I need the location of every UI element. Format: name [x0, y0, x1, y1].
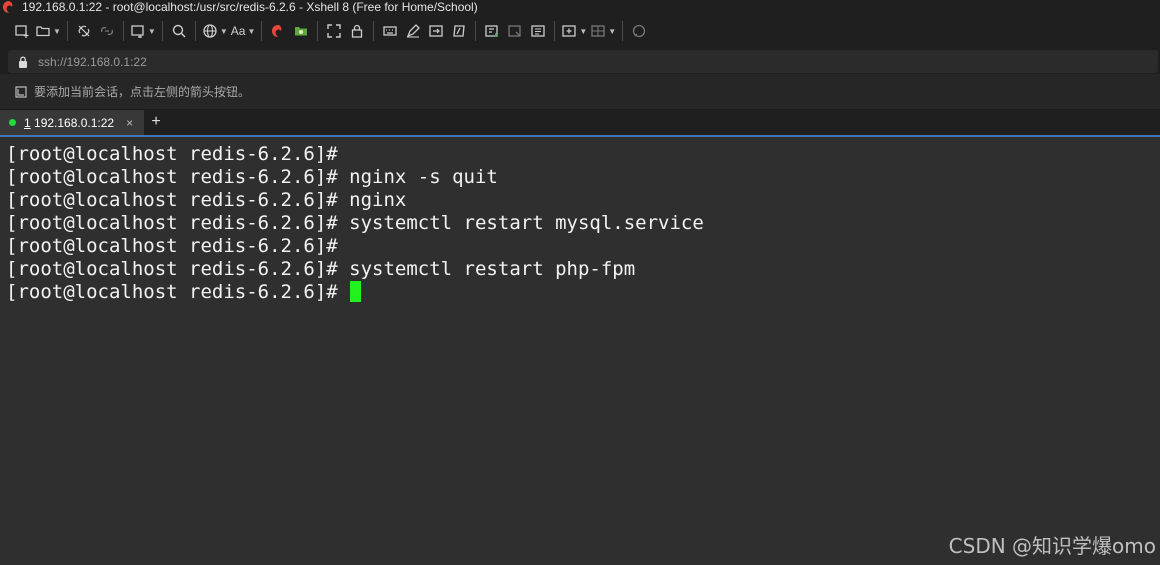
lock-icon: [19, 55, 27, 68]
fullscreen-icon: [327, 24, 342, 38]
address-bar: ssh://192.168.0.1:22: [0, 48, 1160, 74]
notes-icon: [531, 25, 546, 37]
xshell-button[interactable]: [268, 20, 288, 42]
new-session-icon: [15, 25, 29, 38]
terminal-line: [root@localhost redis-6.2.6]# systemctl …: [6, 212, 704, 234]
chevron-down-icon: ▼: [579, 26, 588, 36]
lock-icon: [352, 24, 363, 38]
terminal-line: [root@localhost redis-6.2.6]# nginx: [6, 189, 407, 211]
session-bar: 要添加当前会话，点击左侧的箭头按钮。: [0, 74, 1160, 110]
chat-button[interactable]: [629, 20, 649, 42]
chevron-down-icon: ▼: [53, 26, 61, 36]
toolbar-separator: [554, 21, 556, 41]
toolbar: ▼ ▼ ▼ Aa ▼ ▼ ▼: [0, 14, 1160, 48]
tab-number: 1: [24, 115, 31, 130]
window-icon: [131, 25, 144, 38]
pen-icon: [407, 24, 421, 38]
tab-session-1[interactable]: 1 192.168.0.1:22 ×: [0, 110, 144, 135]
keyboard-icon: [383, 26, 398, 36]
terminal-prompt-line: [root@localhost redis-6.2.6]#: [6, 281, 1154, 304]
xshell-logo-icon: [3, 1, 13, 13]
new-tab-button[interactable]: ▼: [561, 20, 587, 42]
terminal-prompt: [root@localhost redis-6.2.6]#: [6, 281, 338, 303]
xftp-icon: [295, 27, 308, 36]
toolbar-separator: [317, 21, 319, 41]
folder-icon: [36, 26, 50, 37]
highlight-button[interactable]: [403, 20, 423, 42]
script-icon: [453, 25, 466, 37]
layout-button[interactable]: ▼: [590, 20, 616, 42]
keyboard-button[interactable]: [380, 20, 400, 42]
xftp-button[interactable]: [291, 20, 311, 42]
find-button[interactable]: [169, 20, 189, 42]
xshell-icon: [272, 25, 282, 37]
layout-icon: [591, 25, 605, 37]
toolbar-separator: [194, 21, 196, 41]
new-session-button[interactable]: [12, 20, 32, 42]
toolbar-separator: [161, 21, 163, 41]
compose-bar-icon: [508, 25, 522, 37]
chat-icon: [633, 24, 646, 38]
watermark: CSDN @知识学爆omo: [948, 534, 1156, 558]
toolbar-separator: [66, 21, 68, 41]
lock-button[interactable]: [347, 20, 367, 42]
new-window-button[interactable]: ▼: [130, 20, 156, 42]
chevron-down-icon: ▼: [608, 26, 617, 36]
font-button[interactable]: Aa ▼: [231, 20, 256, 42]
toolbar-separator: [373, 21, 375, 41]
terminal-line: [root@localhost redis-6.2.6]#: [6, 143, 338, 165]
open-session-button[interactable]: ▼: [35, 20, 61, 42]
disconnect-button[interactable]: [97, 20, 117, 42]
compose-icon: [485, 25, 499, 37]
window-title: 192.168.0.1:22 - root@localhost:/usr/src…: [22, 0, 478, 14]
add-tab-button[interactable]: +: [149, 113, 163, 131]
title-bar: 192.168.0.1:22 - root@localhost:/usr/src…: [0, 0, 1160, 14]
compose-button[interactable]: [482, 20, 502, 42]
chevron-down-icon: ▼: [247, 26, 256, 36]
terminal-line: [root@localhost redis-6.2.6]# systemctl …: [6, 258, 636, 280]
toolbar-separator: [475, 21, 477, 41]
encoding-button[interactable]: ▼: [202, 20, 228, 42]
script-button[interactable]: [449, 20, 469, 42]
search-icon: [172, 24, 186, 38]
address-text: ssh://192.168.0.1:22: [38, 54, 147, 69]
chain-icon: [100, 26, 113, 36]
link-icon: [78, 25, 90, 37]
tab-host: 192.168.0.1:22: [30, 115, 115, 130]
session-manager-icon[interactable]: [14, 85, 28, 99]
compose-bar-button[interactable]: [505, 20, 525, 42]
toolbar-separator: [122, 21, 124, 41]
globe-icon: [203, 24, 217, 38]
toolbar-separator: [622, 21, 624, 41]
tab-bar: 1 192.168.0.1:22 × +: [0, 110, 1160, 137]
notes-button[interactable]: [528, 20, 548, 42]
chevron-down-icon: ▼: [147, 26, 156, 36]
terminal-output[interactable]: [root@localhost redis-6.2.6]# [root@loca…: [0, 139, 1160, 565]
session-hint: 要添加当前会话，点击左侧的箭头按钮。: [34, 85, 251, 99]
close-tab-icon[interactable]: ×: [126, 116, 133, 130]
terminal-line: [root@localhost redis-6.2.6]#: [6, 235, 338, 257]
toolbar-separator: [261, 21, 263, 41]
fullscreen-button[interactable]: [324, 20, 344, 42]
terminal-cursor: [349, 281, 361, 302]
connected-status-icon: [9, 119, 16, 126]
font-icon: Aa: [230, 24, 246, 38]
terminal-line: [root@localhost redis-6.2.6]# nginx -s q…: [6, 166, 498, 188]
tab-label: 1 192.168.0.1:22: [24, 116, 114, 130]
add-tab-icon: [562, 25, 577, 37]
transfer-button[interactable]: [426, 20, 446, 42]
transfer-icon: [429, 25, 444, 37]
reconnect-button[interactable]: [74, 20, 94, 42]
chevron-down-icon: ▼: [219, 26, 228, 36]
address-field[interactable]: ssh://192.168.0.1:22: [8, 50, 1158, 73]
